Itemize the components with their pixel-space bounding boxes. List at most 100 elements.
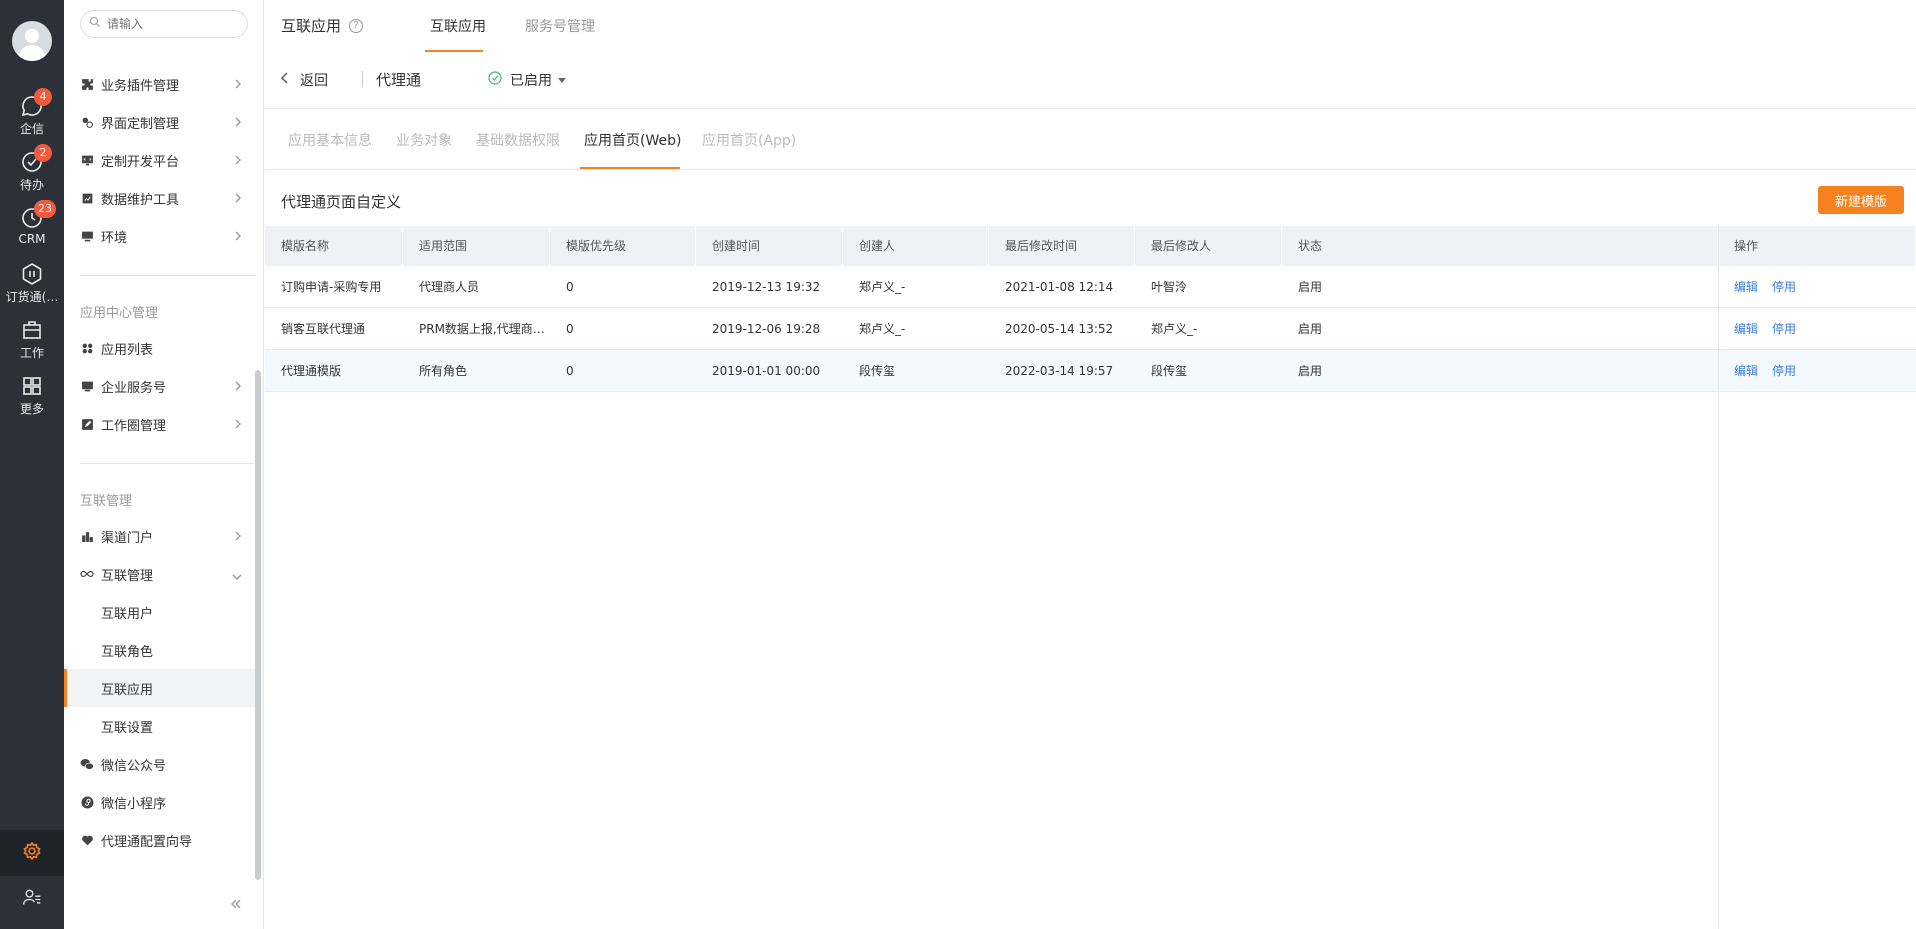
page-title: 互联应用 ? xyxy=(281,15,364,36)
chevron-right-icon xyxy=(234,230,242,245)
new-template-button[interactable]: 新建模版 xyxy=(1818,186,1904,214)
sidebar-item-label: 渠道门户 xyxy=(101,530,154,546)
main-content: 互联应用 ? 互联应用 服务号管理 返回 代理通 已启用 应用基本信息 业务对象… xyxy=(265,0,1916,929)
column-header[interactable]: 适用范围 xyxy=(403,226,550,266)
cell-template-name: 代理通模版 xyxy=(281,364,342,378)
rail-label: CRM xyxy=(18,232,46,246)
check-circle-icon xyxy=(0,150,64,174)
sidebar-item-app-list[interactable]: 应用列表 xyxy=(64,329,256,367)
chevron-right-icon xyxy=(234,192,242,207)
edit-link[interactable]: 编辑 xyxy=(1734,280,1758,294)
cell-actions: 编辑 停用 xyxy=(1718,350,1916,392)
cell-template-name: 订购申请-采购专用 xyxy=(281,280,382,294)
sidebar-item-label: 互联角色 xyxy=(101,644,154,660)
chevron-right-icon xyxy=(234,530,242,545)
rail-item-more[interactable]: 更多 xyxy=(0,374,64,426)
app-rail: 4 企信 2 待办 23 CRM 订货通(… 工作 更多 xyxy=(0,0,64,929)
rail-label: 企信 xyxy=(19,122,44,136)
sidebar-scrollbar[interactable] xyxy=(255,370,261,880)
rail-item-crm[interactable]: 23 CRM xyxy=(0,200,64,258)
sidebar-item-label: 代理通配置向导 xyxy=(101,834,193,850)
sidebar-item-ui-customization[interactable]: 界面定制管理 xyxy=(64,103,256,141)
rail-label: 订货通(… xyxy=(5,290,59,304)
cell-modifier: 段传玺 xyxy=(1151,364,1188,378)
sidebar-item-channel-portal[interactable]: 渠道门户 xyxy=(64,517,256,555)
caret-down-icon xyxy=(558,77,566,83)
building-icon xyxy=(80,529,94,543)
unread-badge: 4 xyxy=(34,88,52,106)
grid-icon xyxy=(0,374,64,398)
collapse-sidebar-button[interactable] xyxy=(230,898,242,913)
column-header[interactable]: 模版优先级 xyxy=(550,226,696,266)
column-header[interactable]: 最后修改人 xyxy=(1135,226,1282,266)
settings-button[interactable] xyxy=(0,830,64,876)
rail-item-todo[interactable]: 2 待办 xyxy=(0,144,64,202)
user-list-icon xyxy=(22,887,42,911)
tab-app-home-app[interactable]: 应用首页(App) xyxy=(702,130,796,150)
sidebar-item-label: 定制开发平台 xyxy=(101,154,180,170)
table-row[interactable]: 代理通模版 所有角色 0 2019-01-01 00:00 段传玺 2022-0… xyxy=(265,350,1916,392)
search-icon xyxy=(89,16,101,32)
chevron-right-icon xyxy=(234,78,242,93)
table-row[interactable]: 销客互联代理通 PRM数据上报,代理商… 0 2019-12-06 19:28 … xyxy=(265,308,1916,350)
sidebar-item-service-account[interactable]: 企业服务号 xyxy=(64,367,256,405)
sidebar-item-dev-platform[interactable]: 定制开发平台 xyxy=(64,141,256,179)
tab-service-account-management[interactable]: 服务号管理 xyxy=(525,16,595,36)
tab-business-objects[interactable]: 业务对象 xyxy=(396,130,452,150)
sidebar-sub-item-interconnect-roles[interactable]: 互联角色 xyxy=(64,631,256,669)
column-header[interactable]: 状态 xyxy=(1282,226,1718,266)
user-admin-button[interactable] xyxy=(0,876,64,922)
sidebar-item-wechat-miniprogram[interactable]: 微信小程序 xyxy=(64,783,256,821)
help-icon[interactable]: ? xyxy=(349,18,364,33)
group-title-interconnect: 互联管理 xyxy=(80,494,133,509)
search-input[interactable] xyxy=(107,17,237,31)
cell-modifier: 郑卢义_- xyxy=(1151,322,1198,336)
crm-badge: 23 xyxy=(34,200,56,218)
disable-link[interactable]: 停用 xyxy=(1772,364,1796,378)
sidebar-search[interactable] xyxy=(80,10,248,38)
rail-label: 更多 xyxy=(19,402,44,416)
rail-item-ordering[interactable]: 订货通(… xyxy=(0,262,64,314)
column-header[interactable]: 模版名称 xyxy=(265,226,403,266)
palette-icon xyxy=(80,115,94,129)
disable-link[interactable]: 停用 xyxy=(1772,280,1796,294)
status-dropdown[interactable]: 已启用 xyxy=(487,70,566,90)
sidebar-sub-item-interconnect-apps[interactable]: 互联应用 xyxy=(64,669,256,707)
tab-app-home-web[interactable]: 应用首页(Web) xyxy=(584,130,681,150)
section-title: 代理通页面自定义 xyxy=(281,193,402,211)
chevron-right-icon xyxy=(234,154,242,169)
sidebar-item-config-guide[interactable]: 代理通配置向导 xyxy=(64,821,256,859)
rail-item-work[interactable]: 工作 xyxy=(0,318,64,370)
top-bar: 互联应用 ? 互联应用 服务号管理 xyxy=(265,0,1916,52)
sidebar-divider xyxy=(80,463,256,464)
back-button[interactable]: 返回 xyxy=(281,70,328,90)
avatar[interactable] xyxy=(12,21,52,61)
sidebar-sub-item-interconnect-settings[interactable]: 互联设置 xyxy=(64,707,256,745)
sidebar-item-data-tools[interactable]: 数据维护工具 xyxy=(64,179,256,217)
tab-app-basic-info[interactable]: 应用基本信息 xyxy=(288,130,372,150)
sidebar-item-interconnect-management[interactable]: 互联管理 xyxy=(64,555,256,593)
sidebar-item-plugin-management[interactable]: 业务插件管理 xyxy=(64,65,256,103)
cell-scope: 所有角色 xyxy=(419,364,468,378)
sidebar-item-environment[interactable]: 环境 xyxy=(64,217,256,255)
edit-link[interactable]: 编辑 xyxy=(1734,364,1758,378)
tab-basic-data-permissions[interactable]: 基础数据权限 xyxy=(476,130,560,150)
tab-interconnect-apps[interactable]: 互联应用 xyxy=(430,16,486,36)
edit-link[interactable]: 编辑 xyxy=(1734,322,1758,336)
hexagon-icon xyxy=(0,262,64,286)
sidebar-item-wechat-official[interactable]: 微信公众号 xyxy=(64,745,256,783)
sidebar-item-label: 互联管理 xyxy=(101,568,154,584)
disable-link[interactable]: 停用 xyxy=(1772,322,1796,336)
table-row[interactable]: 订购申请-采购专用 代理商人员 0 2019-12-13 19:32 郑卢义_-… xyxy=(265,266,1916,308)
group-title-app-center: 应用中心管理 xyxy=(80,306,159,321)
rail-item-messages[interactable]: 4 企信 xyxy=(0,88,64,146)
rail-label: 待办 xyxy=(19,178,44,192)
cell-modified: 2020-05-14 13:52 xyxy=(1005,322,1114,336)
column-header[interactable]: 创建时间 xyxy=(696,226,843,266)
sidebar-sub-item-interconnect-users[interactable]: 互联用户 xyxy=(64,593,256,631)
sidebar-item-work-circle[interactable]: 工作圈管理 xyxy=(64,405,256,443)
sidebar-item-label: 互联应用 xyxy=(101,682,154,698)
infinity-icon xyxy=(80,567,94,581)
column-header[interactable]: 最后修改时间 xyxy=(989,226,1135,266)
column-header[interactable]: 创建人 xyxy=(843,226,989,266)
